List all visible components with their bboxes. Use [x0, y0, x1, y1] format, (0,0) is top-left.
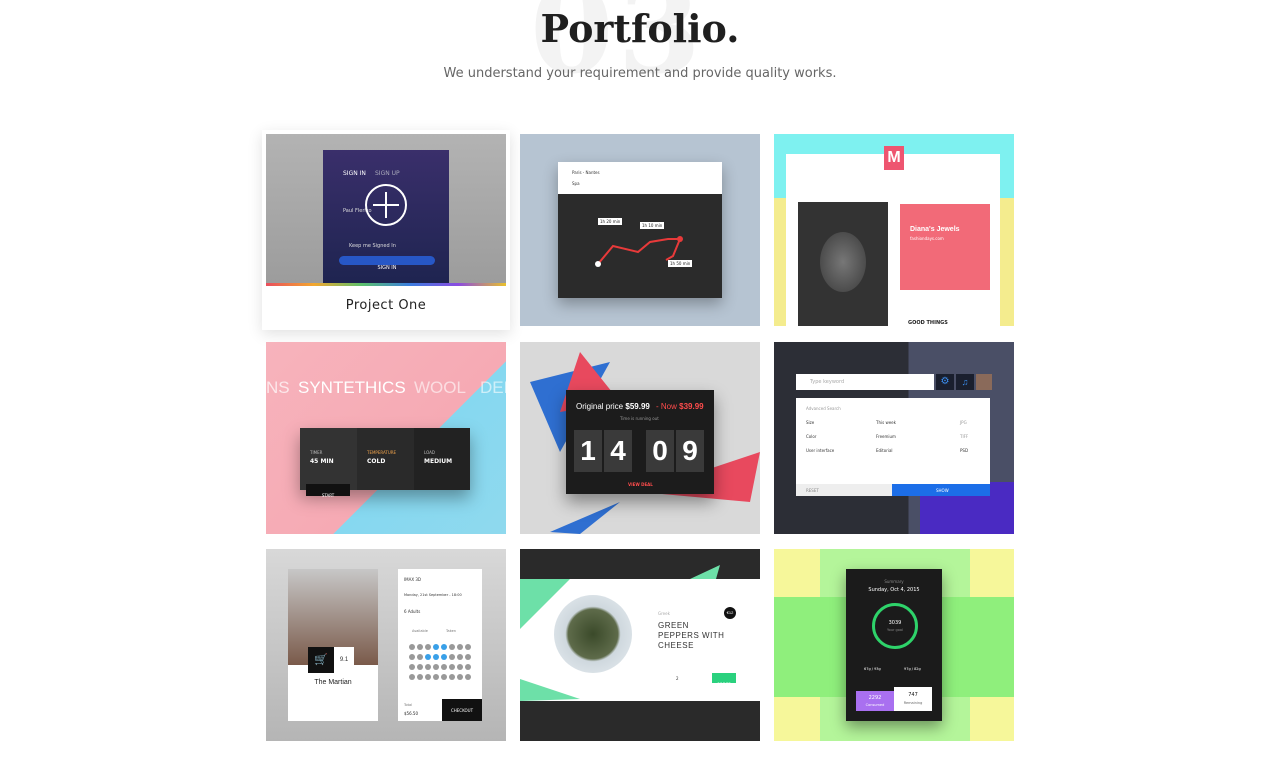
time-label: 1h 50 min	[668, 260, 693, 267]
rating: 9.1	[334, 647, 354, 673]
card-title: Diana's Jewels	[910, 226, 960, 233]
project-thumbnail-jewels[interactable]: M Diana's Jewels fashiondays.com GOOD TH…	[774, 134, 1014, 326]
project-thumbnail-synthetics[interactable]: NS SYNTETHICS WOOL DEL TIMER 45 MIN TEMP…	[266, 342, 506, 534]
start-button[interactable]: START	[306, 484, 350, 498]
carousel-word: DEL	[480, 378, 506, 397]
sign-in-button[interactable]: SIGN IN	[339, 256, 435, 271]
now-price: - Now $39.99	[656, 402, 704, 411]
quantity[interactable]: 2	[676, 676, 679, 681]
remaining-box[interactable]: 747 Remaining	[894, 687, 932, 711]
logo: M	[884, 146, 904, 170]
project-thumbnail-search[interactable]: Type keyword ⚙ ♫ Advanced Search Size Co…	[774, 342, 1014, 534]
time-label: 1h 20 min	[598, 218, 623, 225]
route-map	[595, 236, 683, 267]
route-to: Spa	[572, 181, 580, 186]
running-out: Time is running out	[620, 416, 659, 421]
carousel-word: WOOL	[414, 378, 466, 397]
remember-label: Keep me Signed In	[349, 243, 396, 249]
countdown-digit: 4	[604, 430, 632, 472]
project-thumbnail-food[interactable]: Greek GREEN PEPPERS WITH CHEESE €12 2 OR…	[520, 549, 760, 741]
project-one-label[interactable]: Project One	[266, 286, 506, 326]
card-subtitle: fashiondays.com	[910, 236, 944, 241]
tab-sign-up[interactable]: SIGN UP	[375, 170, 400, 177]
gear-icon[interactable]: ⚙	[936, 374, 954, 390]
page-title: Portfolio.	[540, 6, 740, 51]
project-thumbnail-movie[interactable]: 🛒 9.1 The Martian IMAX 3D Monday, 21st S…	[266, 549, 506, 741]
search-input[interactable]: Type keyword	[810, 379, 844, 385]
price-badge: €12	[724, 607, 736, 619]
view-deal-link[interactable]: VIEW DEAL	[628, 482, 653, 487]
countdown-digit: 9	[676, 430, 704, 472]
order-button[interactable]: ORDER	[712, 673, 736, 687]
time-label: 1h 10 min	[640, 222, 665, 229]
countdown-digit: 1	[574, 430, 602, 472]
movie-title: The Martian	[314, 679, 352, 686]
project-thumbnail-map[interactable]: Paris - Nantes Spa 1h 20 min 1h 10 min 1…	[520, 134, 760, 326]
cart-icon[interactable]: 🛒	[308, 647, 334, 673]
checkout-button[interactable]: CHECKOUT	[442, 699, 482, 721]
plus-icon[interactable]	[365, 184, 407, 226]
goal-ring: 3039 Your goal	[872, 603, 918, 649]
carousel-word-active: SYNTETHICS	[298, 378, 406, 397]
dish-name: GREEN PEPPERS WITH CHEESE	[658, 621, 725, 650]
avatar[interactable]	[976, 374, 992, 390]
seat-grid[interactable]	[406, 641, 476, 691]
dish-plate	[554, 595, 632, 673]
reset-button[interactable]: RESET	[796, 484, 892, 496]
carousel-word: NS	[266, 378, 290, 397]
original-price-label: Original price $59.99	[576, 402, 650, 411]
countdown-digit: 0	[646, 430, 674, 472]
page-subtitle: We understand your requirement and provi…	[443, 66, 837, 81]
show-button[interactable]: SHOW	[892, 484, 990, 496]
route-from: Paris - Nantes	[572, 170, 600, 175]
good-things-label: GOOD THINGS	[908, 320, 948, 326]
advanced-search-label: Advanced Search	[806, 406, 841, 411]
bell-icon[interactable]: ♫	[956, 374, 974, 390]
project-thumbnail-fitness[interactable]: Summary Sunday, Oct 4, 2015 3039 Your go…	[774, 549, 1014, 741]
consumed-box[interactable]: 2292 Consumed	[856, 691, 894, 711]
project-thumbnail-one[interactable]: SIGN IN SIGN UP Paul Flerico Keep me Sig…	[266, 134, 506, 284]
tab-sign-in[interactable]: SIGN IN	[343, 170, 366, 177]
project-thumbnail-countdown[interactable]: Original price $59.99 - Now $39.99 Time …	[520, 342, 760, 534]
